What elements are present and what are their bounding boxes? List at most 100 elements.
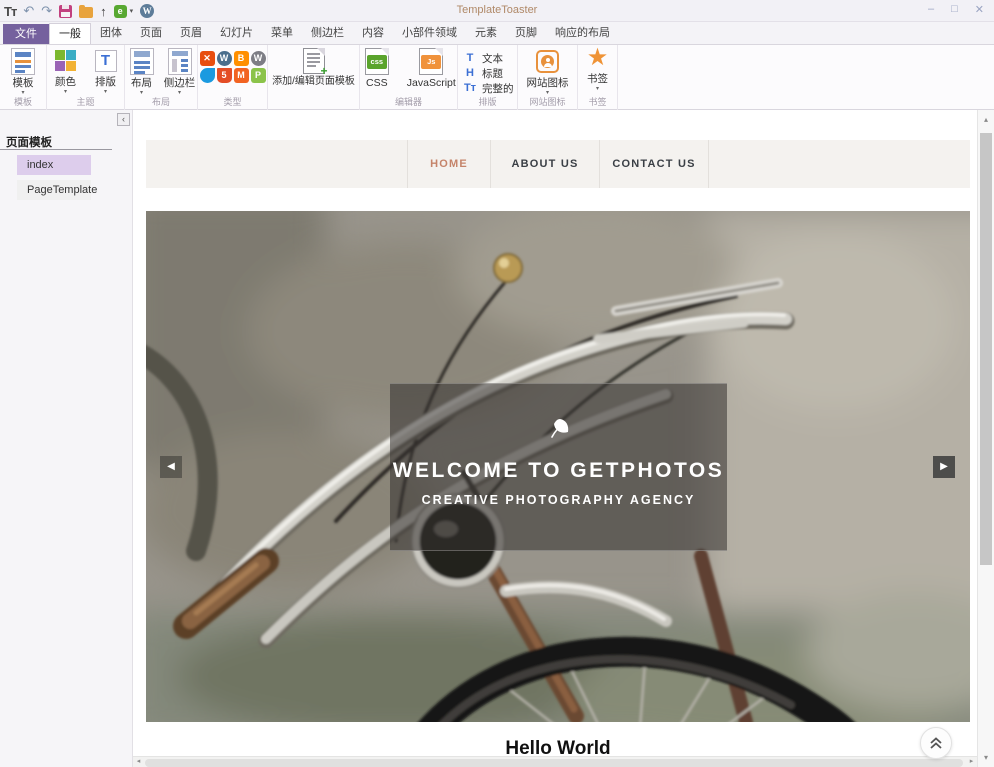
prestashop-icon[interactable]: P xyxy=(251,68,266,83)
site-menu-bar: HOME ABOUT US CONTACT US xyxy=(146,140,970,188)
panel-divider xyxy=(0,149,112,150)
heading-icon: H xyxy=(462,67,478,79)
css-file-icon: css xyxy=(365,48,389,75)
magento-icon[interactable]: M xyxy=(234,68,249,83)
complete-typography-icon: Tт xyxy=(462,82,478,94)
panel-heading: 页面模板 xyxy=(6,134,52,150)
leaf-icon xyxy=(548,418,570,438)
ribbon-group-bookmark: ★ 书签 ▾ 书签 xyxy=(578,45,618,110)
template-button[interactable]: 模板 ▾ xyxy=(0,48,46,96)
slider-prev-button[interactable]: ◀ xyxy=(160,456,182,478)
scroll-to-top-button[interactable] xyxy=(920,727,952,759)
css-editor-button[interactable]: css CSS xyxy=(360,48,394,89)
tab-page[interactable]: 页面 xyxy=(131,23,171,44)
blogger-icon[interactable]: B xyxy=(234,51,249,66)
typography-icon: T xyxy=(95,50,117,72)
dropdown-caret-icon: ▾ xyxy=(140,90,143,96)
bookmark-button[interactable]: ★ 书签 ▾ xyxy=(578,45,617,92)
slider-next-button[interactable]: ▶ xyxy=(933,456,955,478)
cms-type-grid: ✕ W B W 5 M P xyxy=(200,51,266,83)
vertical-scroll-thumb[interactable] xyxy=(980,133,992,565)
javascript-file-icon: Js xyxy=(419,48,443,75)
typography-text-button[interactable]: T 文本 xyxy=(462,52,503,65)
dropdown-caret-icon: ▾ xyxy=(104,89,107,95)
tab-header[interactable]: 页眉 xyxy=(171,23,211,44)
tab-menu[interactable]: 菜单 xyxy=(262,23,302,44)
horizontal-scrollbar[interactable]: ◂ ▸ xyxy=(133,756,977,767)
horizontal-scroll-thumb[interactable] xyxy=(145,759,963,767)
window-title: TemplateToaster xyxy=(0,4,994,16)
layout-button[interactable]: 布局 ▾ xyxy=(125,48,158,96)
text-icon: T xyxy=(462,52,478,64)
wordpress-gray-icon[interactable]: W xyxy=(251,51,266,66)
menu-item-contact-us[interactable]: CONTACT US xyxy=(599,140,709,188)
tab-sidebar[interactable]: 侧边栏 xyxy=(302,23,353,44)
layout-icon xyxy=(130,48,154,75)
title-bar: Tт ↶ ↷ ↑ e ▾ W TemplateToaster – □ ✕ xyxy=(0,0,994,22)
scroll-left-icon[interactable]: ◂ xyxy=(133,757,144,767)
drupal-icon[interactable] xyxy=(200,68,215,83)
ribbon-group-template: 模板 ▾ 模板 xyxy=(0,45,47,110)
html5-icon[interactable]: 5 xyxy=(217,68,232,83)
colors-button[interactable]: 颜色 ▾ xyxy=(48,48,84,95)
bookmark-star-icon: ★ xyxy=(587,45,609,71)
scroll-right-icon[interactable]: ▸ xyxy=(966,757,977,767)
sidebar-layout-icon xyxy=(168,48,192,75)
ribbon-group-page-template: + 添加/编辑页面模板 xyxy=(268,45,360,110)
hero-subtitle: CREATIVE PHOTOGRAPHY AGENCY xyxy=(390,493,727,507)
templatetoaster-window: Tт ↶ ↷ ↑ e ▾ W TemplateToaster – □ ✕ ? 文… xyxy=(0,0,994,767)
ribbon-group-theme: 颜色 ▾ T 排版 ▾ 主题 xyxy=(47,45,125,110)
typography-heading-button[interactable]: H 标题 xyxy=(462,67,503,80)
maximize-button[interactable]: □ xyxy=(951,3,958,16)
page-template-item-index[interactable]: index xyxy=(17,155,91,175)
ribbon-group-layout: 布局 ▾ 侧边栏 ▾ 布局 xyxy=(125,45,198,110)
tab-widget-area[interactable]: 小部件领域 xyxy=(393,23,466,44)
tab-elements[interactable]: 元素 xyxy=(466,23,506,44)
template-icon xyxy=(11,48,35,75)
page-template-item-pagetemplate[interactable]: PageTemplate xyxy=(17,180,91,200)
favicon-icon xyxy=(536,50,559,73)
ribbon-group-type: ✕ W B W 5 M P 类型 xyxy=(198,45,268,110)
menu-item-about-us[interactable]: ABOUT US xyxy=(490,140,599,188)
tab-content[interactable]: 内容 xyxy=(353,23,393,44)
add-page-template-icon: + xyxy=(303,48,325,74)
window-controls: – □ ✕ xyxy=(928,3,984,16)
wordpress-type-icon[interactable]: W xyxy=(217,51,232,66)
javascript-editor-button[interactable]: Js JavaScript xyxy=(406,48,457,89)
scroll-up-icon[interactable]: ▴ xyxy=(978,112,994,127)
ribbon-group-favicon: 网站图标 ▾ 网站图标 xyxy=(518,45,578,110)
tab-footer[interactable]: 页脚 xyxy=(506,23,546,44)
ribbon-group-typography: T 文本 H 标题 Tт 完整的 排版 xyxy=(458,45,518,110)
hero-title: WELCOME TO GETPHOTOS xyxy=(390,459,727,483)
add-edit-page-template-button[interactable]: + 添加/编辑页面模板 xyxy=(268,48,359,88)
scroll-down-icon[interactable]: ▾ xyxy=(978,750,994,765)
ribbon-tab-bar: 文件 一般 团体 页面 页眉 幻灯片 菜单 侧边栏 内容 小部件领域 元素 页脚… xyxy=(0,22,994,45)
sidebar-layout-button[interactable]: 侧边栏 ▾ xyxy=(162,48,197,96)
dropdown-caret-icon: ▾ xyxy=(546,90,549,96)
dropdown-caret-icon: ▾ xyxy=(178,90,181,96)
colors-icon xyxy=(55,50,77,72)
tab-responsive-layout[interactable]: 响应的布局 xyxy=(546,23,619,44)
ribbon: 模板 ▾ 模板 颜色 ▾ T 排版 ▾ xyxy=(0,45,994,110)
minimize-button[interactable]: – xyxy=(928,3,934,16)
hero-caption-box: WELCOME TO GETPHOTOS CREATIVE PHOTOGRAPH… xyxy=(390,383,727,551)
vertical-scrollbar[interactable]: ▴ ▾ xyxy=(977,110,994,767)
page-templates-panel: ‹ 页面模板 index PageTemplate xyxy=(0,110,133,767)
favicon-button[interactable]: 网站图标 ▾ xyxy=(518,48,577,96)
menu-item-home[interactable]: HOME xyxy=(407,140,490,188)
joomla-icon[interactable]: ✕ xyxy=(200,51,215,66)
tab-slideshow[interactable]: 幻灯片 xyxy=(211,23,262,44)
close-button[interactable]: ✕ xyxy=(975,3,984,16)
typography-button[interactable]: T 排版 ▾ xyxy=(88,48,124,95)
tab-file[interactable]: 文件 xyxy=(3,24,49,44)
typography-complete-button[interactable]: Tт 完整的 xyxy=(462,82,514,95)
tab-general[interactable]: 一般 xyxy=(49,23,91,44)
dropdown-caret-icon: ▾ xyxy=(64,89,67,95)
dropdown-caret-icon: ▾ xyxy=(21,90,24,96)
ribbon-group-editor: css CSS Js JavaScript 编辑器 xyxy=(360,45,458,110)
dropdown-caret-icon: ▾ xyxy=(596,86,599,92)
tab-global[interactable]: 团体 xyxy=(91,23,131,44)
double-chevron-up-icon xyxy=(929,737,943,750)
collapse-panel-button[interactable]: ‹ xyxy=(117,113,130,126)
design-preview: HOME ABOUT US CONTACT US xyxy=(133,110,977,767)
